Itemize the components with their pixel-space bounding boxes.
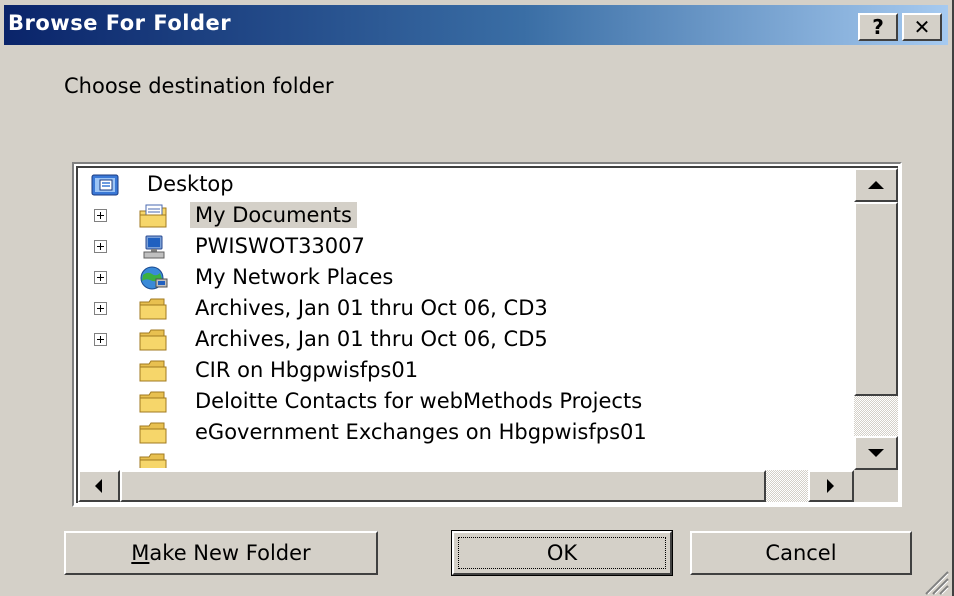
arrow-left-icon — [95, 479, 102, 493]
cancel-button[interactable]: Cancel — [690, 531, 912, 575]
mnemonic-char: M — [131, 541, 150, 565]
arrow-right-icon — [827, 479, 834, 493]
close-button[interactable]: ✕ — [902, 13, 942, 41]
expand-icon[interactable] — [94, 302, 107, 315]
horizontal-scroll-track[interactable] — [766, 470, 808, 502]
tree-item-label: CIR on Hbgpwisfps01 — [195, 358, 419, 382]
scroll-up-button[interactable] — [854, 168, 898, 202]
my-documents-icon — [138, 203, 170, 230]
tree-item-folder[interactable]: Archives, Jan 01 thru Oct 06, CD3 — [78, 294, 850, 325]
vertical-scrollbar[interactable] — [854, 168, 898, 470]
make-new-folder-button[interactable]: Make New Folder — [64, 531, 378, 575]
arrow-up-icon — [868, 181, 884, 189]
horizontal-scrollbar[interactable] — [78, 470, 854, 502]
horizontal-scroll-thumb[interactable] — [120, 470, 766, 502]
expand-icon[interactable] — [94, 209, 107, 222]
tree-item-label: My Documents — [190, 202, 357, 228]
help-icon: ? — [872, 15, 884, 39]
tree-item-label: Desktop — [147, 172, 234, 196]
tree-item-label: PWISWOT33007 — [195, 234, 365, 258]
tree-item-desktop[interactable]: Desktop — [78, 170, 850, 201]
tree-item-label: Archives, Jan 01 thru Oct 06, CD3 — [195, 296, 548, 320]
folder-icon — [138, 327, 170, 354]
browse-for-folder-dialog: Browse For Folder ? ✕ Choose destination… — [0, 0, 954, 596]
tree-item-label: Deloitte Contacts for webMethods Project… — [195, 389, 643, 413]
expand-icon[interactable] — [94, 240, 107, 253]
folder-icon — [138, 451, 170, 468]
folder-icon — [138, 358, 170, 385]
network-places-icon — [138, 265, 170, 292]
button-label: ake New Folder — [149, 541, 311, 565]
tree-item-folder[interactable]: CIR on Hbgpwisfps01 — [78, 356, 850, 387]
title-bar[interactable]: Browse For Folder ? ✕ — [4, 5, 948, 45]
scroll-down-button[interactable] — [854, 436, 898, 470]
tree-item-folder[interactable]: Archives, Jan 01 thru Oct 06, CD5 — [78, 325, 850, 356]
tree-item-label: My Network Places — [195, 265, 394, 289]
button-label: Cancel — [765, 541, 837, 565]
tree-item-computer[interactable]: PWISWOT33007 — [78, 232, 850, 263]
tree-item-label: eGovernment Exchanges on Hbgpwisfps01 — [195, 420, 647, 444]
desktop-icon — [90, 172, 122, 199]
folder-tree[interactable]: Desktop My Documents PWISWOT33007 My Net… — [72, 162, 902, 507]
help-button[interactable]: ? — [858, 13, 898, 41]
folder-tree-rows: Desktop My Documents PWISWOT33007 My Net… — [78, 168, 850, 468]
prompt-text: Choose destination folder — [64, 74, 334, 98]
tree-item-my-documents[interactable]: My Documents — [78, 201, 850, 232]
tree-item-folder[interactable]: eGovernment Exchanges on Hbgpwisfps01 — [78, 418, 850, 449]
window-title: Browse For Folder — [8, 11, 232, 35]
scroll-right-button[interactable] — [808, 470, 854, 502]
tree-item-folder-partial[interactable] — [78, 449, 850, 468]
ok-button[interactable]: OK — [451, 530, 673, 576]
resize-grip-icon[interactable] — [920, 566, 950, 596]
folder-icon — [138, 420, 170, 447]
scrollbar-corner — [854, 470, 898, 502]
expand-icon[interactable] — [94, 333, 107, 346]
tree-item-folder[interactable]: Deloitte Contacts for webMethods Project… — [78, 387, 850, 418]
computer-icon — [138, 234, 170, 261]
arrow-down-icon — [868, 449, 884, 457]
scroll-left-button[interactable] — [78, 470, 120, 502]
close-icon: ✕ — [913, 15, 931, 39]
tree-item-label: Archives, Jan 01 thru Oct 06, CD5 — [195, 327, 548, 351]
tree-item-my-network-places[interactable]: My Network Places — [78, 263, 850, 294]
vertical-scroll-thumb[interactable] — [854, 202, 898, 396]
expand-icon[interactable] — [94, 271, 107, 284]
focus-rect — [458, 537, 666, 569]
folder-icon — [138, 296, 170, 323]
folder-icon — [138, 389, 170, 416]
